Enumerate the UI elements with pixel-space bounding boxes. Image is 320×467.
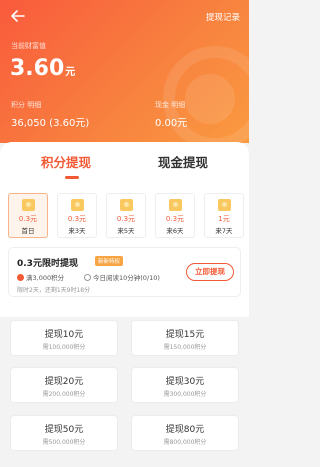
red-envelope-icon — [119, 199, 133, 211]
check-circle-icon — [17, 274, 24, 281]
cash-detail-link[interactable]: 现金 明细 — [155, 100, 185, 110]
day-label: 来6天 — [166, 227, 184, 235]
withdraw-option-80[interactable]: 提现80元 需800,000积分 — [131, 415, 239, 451]
day-label: 首日 — [21, 227, 35, 235]
day-card-1[interactable]: 0.3元 首日 — [8, 193, 48, 238]
privilege-badge: 新新特权 — [95, 256, 124, 266]
option-requirement: 需200,000积分 — [42, 391, 86, 398]
option-requirement: 需150,000积分 — [163, 344, 207, 351]
option-title: 提现15元 — [165, 330, 205, 340]
option-title: 提现20元 — [44, 377, 84, 387]
wealth-label: 当前财富值 — [11, 42, 46, 50]
active-tab-indicator — [65, 176, 79, 179]
red-envelope-icon — [21, 199, 35, 211]
day-card-2[interactable]: 0.3元 来3天 — [57, 193, 97, 238]
day-label: 来7天 — [215, 227, 233, 235]
option-title: 提现50元 — [44, 425, 84, 435]
day-amount: 0.3元 — [165, 215, 185, 223]
option-requirement: 需300,000积分 — [163, 391, 207, 398]
decorative-circle-inner — [185, 74, 235, 124]
option-requirement: 需100,000积分 — [42, 344, 86, 351]
time-remaining: 限时2天，还剩1天9时18分 — [17, 287, 91, 294]
withdraw-option-30[interactable]: 提现30元 需300,000积分 — [131, 367, 239, 403]
limited-title: 0.3元限时提现 — [17, 259, 78, 269]
wealth-amount: 3.60 — [10, 56, 65, 81]
requirement-reading-text: 今日阅读10分钟(0/10) — [93, 274, 160, 282]
withdraw-option-15[interactable]: 提现15元 需150,000积分 — [131, 320, 239, 356]
cash-value: 0.00元 — [155, 118, 188, 129]
wealth-value: 3.60元 — [10, 56, 75, 81]
red-envelope-icon — [217, 199, 231, 211]
withdraw-option-20[interactable]: 提现20元 需200,000积分 — [10, 367, 118, 403]
day-label: 来5天 — [117, 227, 135, 235]
withdraw-tabs: 积分提现 现金提现 — [0, 148, 249, 178]
day-card-4[interactable]: 0.3元 来6天 — [155, 193, 195, 238]
option-requirement: 需500,000积分 — [42, 439, 86, 446]
points-detail-link[interactable]: 积分 明细 — [11, 100, 41, 110]
limited-withdraw-card: 0.3元限时提现 新新特权 满3,000积分 今日阅读10分钟(0/10) 限时… — [8, 247, 241, 297]
tab-cash-withdraw[interactable]: 现金提现 — [158, 152, 208, 171]
withdraw-option-50[interactable]: 提现50元 需500,000积分 — [10, 415, 118, 451]
option-title: 提现10元 — [44, 330, 84, 340]
option-requirement: 需800,000积分 — [163, 439, 207, 446]
option-title: 提现80元 — [165, 425, 205, 435]
day-amount: 0.3元 — [18, 215, 38, 223]
points-value: 36,050 (3.60元) — [11, 118, 90, 129]
day-amount: 0.3元 — [116, 215, 136, 223]
requirement-points-text: 满3,000积分 — [26, 274, 65, 282]
day-amount: 1元 — [218, 215, 230, 223]
tab-points-withdraw[interactable]: 积分提现 — [41, 152, 91, 171]
wealth-unit: 元 — [65, 67, 76, 78]
red-envelope-icon — [70, 199, 84, 211]
back-arrow-icon[interactable] — [10, 8, 26, 24]
wallet-header: 提现记录 当前财富值 3.60元 积分 明细 36,050 (3.60元) 现金… — [0, 0, 249, 143]
day-label: 来3天 — [68, 227, 86, 235]
requirement-points: 满3,000积分 — [17, 272, 64, 282]
empty-circle-icon — [84, 274, 91, 281]
red-envelope-icon — [168, 199, 182, 211]
option-title: 提现30元 — [165, 377, 205, 387]
day-card-3[interactable]: 0.3元 来5天 — [106, 193, 146, 238]
day-card-5[interactable]: 1元 来7天 — [204, 193, 244, 238]
withdraw-history-link[interactable]: 提现记录 — [206, 11, 240, 23]
daily-withdraw-row: 0.3元 首日 0.3元 来3天 0.3元 来5天 0.3元 来6天 1元 来7… — [8, 193, 244, 239]
day-amount: 0.3元 — [67, 215, 87, 223]
requirement-reading: 今日阅读10分钟(0/10) — [84, 272, 160, 282]
withdraw-now-button[interactable]: 立即提现 — [186, 263, 234, 281]
withdraw-option-10[interactable]: 提现10元 需100,000积分 — [10, 320, 118, 356]
withdraw-options-grid: 提现10元 需100,000积分 提现15元 需150,000积分 提现20元 … — [10, 320, 239, 460]
